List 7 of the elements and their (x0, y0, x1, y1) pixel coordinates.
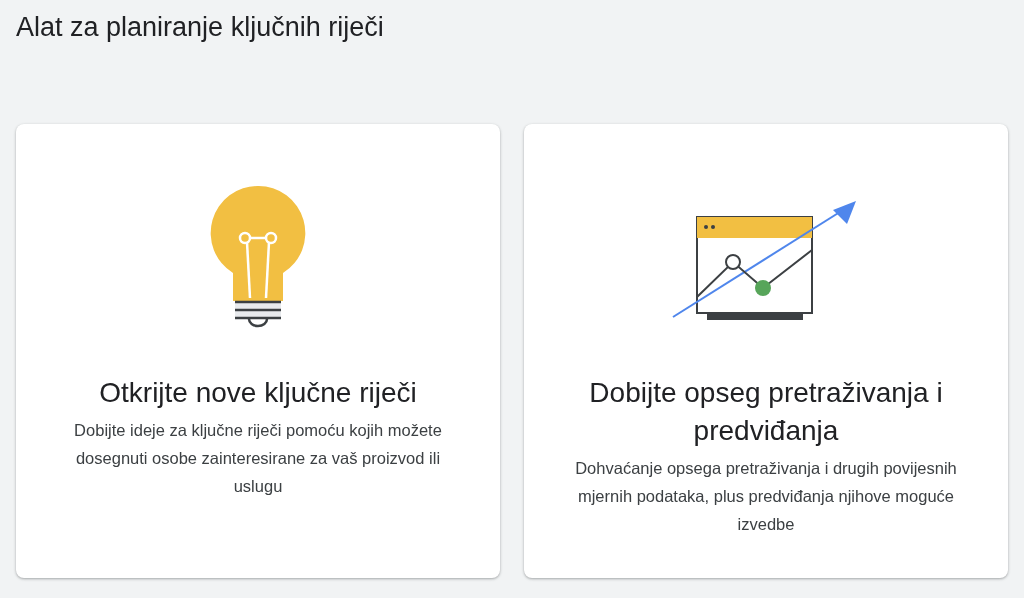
option-card[interactable]: Dobijte opseg pretraživanja i predviđanja Dohvaćanje opsega pretraživanja i drugih povijesnih mjernih podataka, plus predviđanja njihove moguće izvedbe (524, 124, 1008, 578)
card-title: Dobijte opseg pretraživanja i predviđanja (588, 376, 944, 448)
option-card[interactable]: Otkrijte nove ključne riječi Dobijte ideje za ključne riječi pomoću kojih možete dosegnuti osobe zainteresirane za vaš proizvod ili uslugu (16, 124, 500, 578)
card-description: Dohvaćanje opsega pretraživanja i drugih povijesnih mjernih podataka, plus predviđanja njihove moguće izvedbe (574, 458, 958, 535)
page-title: Alat za planiranje ključnih riječi (16, 11, 385, 44)
card-title: Otkrijte nove ključne riječi (99, 376, 417, 410)
card-description: Dobijte ideje za ključne riječi pomoću kojih možete dosegnuti osobe zainteresirane za vaš proizvod ili uslugu (73, 420, 443, 497)
